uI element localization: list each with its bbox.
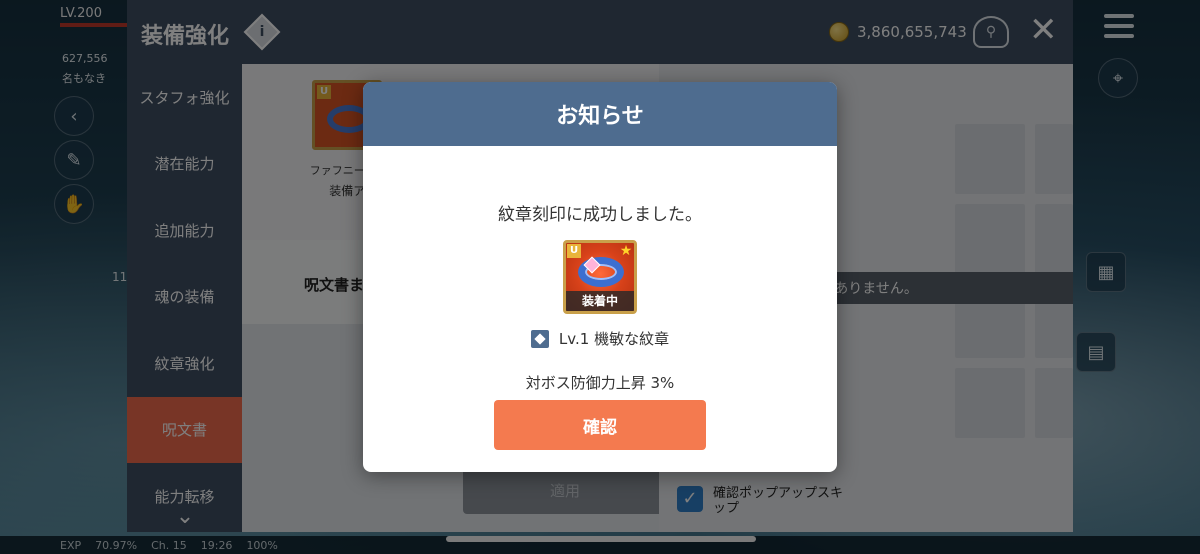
ring-icon bbox=[578, 257, 624, 287]
dialog-title: お知らせ bbox=[363, 82, 837, 146]
dialog-message: 紋章刻印に成功しました。 bbox=[498, 205, 702, 225]
emblem-row: Lv.1 機敏な紋章 bbox=[363, 328, 837, 349]
emblem-name: Lv.1 機敏な紋章 bbox=[558, 330, 670, 348]
equipped-label: 装着中 bbox=[566, 291, 634, 311]
emblem-effect: 対ボス防御力上昇 3% bbox=[525, 374, 675, 392]
star-icon: ★ bbox=[619, 243, 633, 259]
item-slot: U ★ 装着中 bbox=[563, 240, 637, 314]
emblem-icon bbox=[530, 329, 549, 348]
notice-dialog: お知らせ 紋章刻印に成功しました。 U ★ 装着中 Lv.1 機敏な紋章 対ボス… bbox=[363, 82, 837, 472]
confirm-button[interactable]: 確認 bbox=[494, 400, 706, 450]
unique-badge: U bbox=[567, 244, 581, 258]
